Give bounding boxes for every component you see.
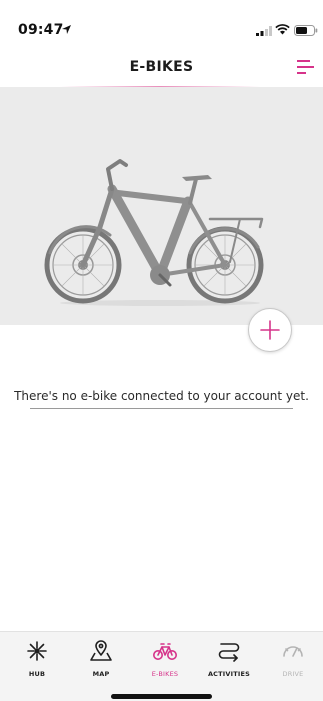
status-bar: 09:47 <box>0 0 323 46</box>
route-icon <box>218 643 240 662</box>
menu-icon[interactable] <box>297 60 315 74</box>
bike-hero-image <box>0 87 323 325</box>
hub-icon <box>27 641 47 661</box>
home-indicator[interactable] <box>111 694 212 699</box>
empty-state-message: There's no e-bike connected to your acco… <box>14 389 309 403</box>
bike-icon <box>153 643 177 660</box>
page-title: E-BIKES <box>129 59 194 75</box>
tab-map-label: MAP <box>92 670 110 678</box>
app-header: E-BIKES <box>0 46 323 88</box>
gauge-icon <box>283 646 303 657</box>
wifi-icon <box>275 24 290 35</box>
tab-drive-label: DRIVE <box>282 670 304 678</box>
location-arrow-icon <box>62 25 71 34</box>
plus-icon <box>260 320 280 340</box>
tab-activities[interactable]: ACTIVITIES <box>199 640 259 685</box>
status-time: 09:47 <box>18 22 64 38</box>
tab-map[interactable]: MAP <box>71 640 131 685</box>
tab-e-bikes-label: E-BIKES <box>151 670 179 678</box>
tab-drive[interactable]: DRIVE <box>263 640 323 685</box>
bottom-tab-bar: HUB MAP E-BIKES ACTIVITIES DRIVE <box>0 631 323 701</box>
e-bike-illustration <box>44 159 264 306</box>
map-pin-icon <box>90 640 112 661</box>
tab-activities-label: ACTIVITIES <box>207 670 251 678</box>
tab-hub-label: HUB <box>28 670 46 678</box>
message-underline <box>30 408 293 409</box>
cellular-signal-icon <box>256 26 272 36</box>
tab-e-bikes[interactable]: E-BIKES <box>135 640 195 685</box>
battery-icon <box>294 25 318 36</box>
add-bike-button[interactable] <box>248 308 292 352</box>
tab-hub[interactable]: HUB <box>7 640 67 685</box>
